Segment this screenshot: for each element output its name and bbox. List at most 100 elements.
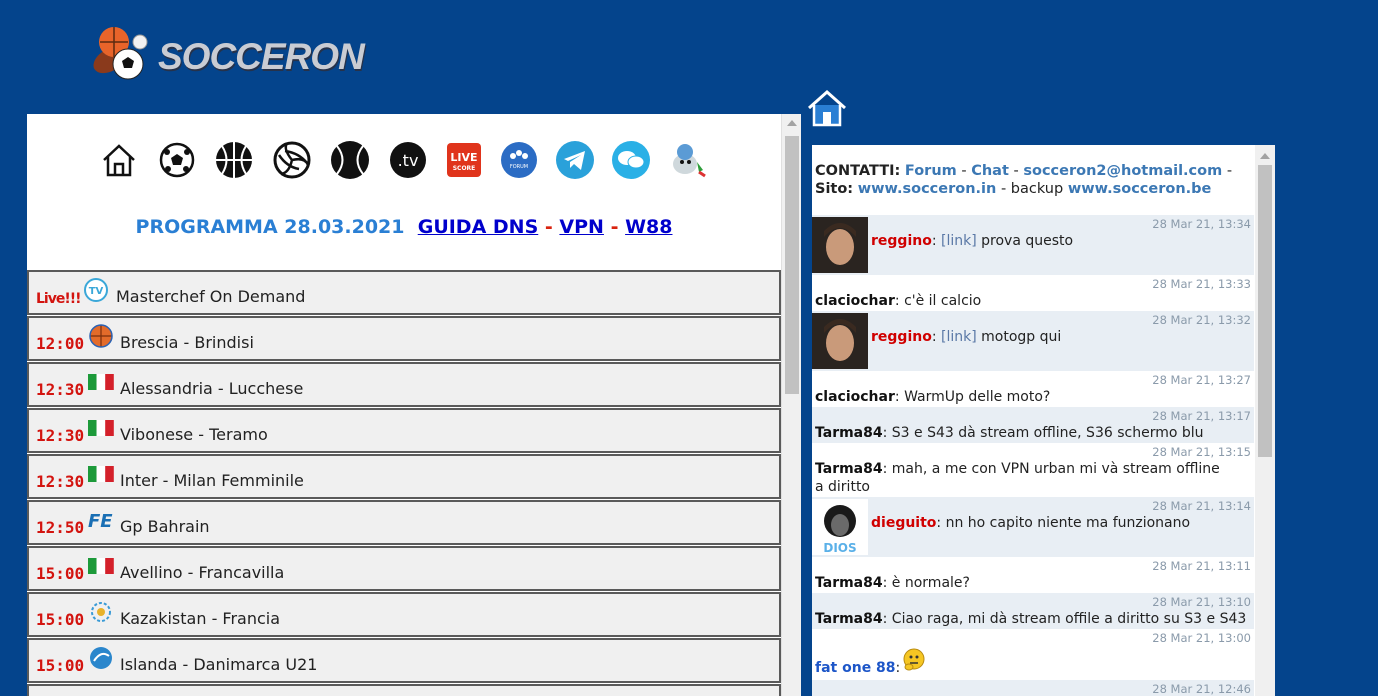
email-link[interactable]: socceron2@hotmail.com xyxy=(1023,163,1222,179)
scroll-up-arrow-icon[interactable] xyxy=(787,120,797,126)
chat-bubble-icon[interactable] xyxy=(611,140,651,180)
svg-text:DIOS: DIOS xyxy=(823,541,856,555)
under21-icon xyxy=(90,647,112,669)
italy-flag-icon xyxy=(88,420,114,436)
vpn-link[interactable]: VPN xyxy=(559,216,604,238)
chat-link[interactable]: Chat xyxy=(971,163,1009,179)
tv-icon[interactable]: .tv xyxy=(388,140,428,180)
message-text: nn ho capito niente ma funzionano xyxy=(945,515,1191,531)
message-username[interactable]: claciochar xyxy=(815,389,895,405)
user-avatar[interactable] xyxy=(812,217,868,273)
event-row[interactable] xyxy=(27,684,781,696)
event-title: Kazakistan - Francia xyxy=(120,609,281,628)
forum-icon[interactable]: FORUM xyxy=(499,140,539,180)
logo-text: SOCCERON xyxy=(158,36,365,77)
svg-text:TV: TV xyxy=(89,286,104,297)
message-text: WarmUp delle moto? xyxy=(904,389,1051,405)
chat-message: 28 Mar 21, 13:10 Tarma84: Ciao raga, mi … xyxy=(812,593,1254,629)
italy-flag-icon xyxy=(88,374,114,390)
chat-message: 28 Mar 21, 13:33 claciochar: c'è il calc… xyxy=(815,277,1251,309)
formula-e-icon: FE xyxy=(88,511,113,532)
event-title: Masterchef On Demand xyxy=(116,287,306,306)
basketball-icon[interactable] xyxy=(214,140,254,180)
message-timestamp: 28 Mar 21, 13:00 xyxy=(1152,631,1251,645)
world-cup-qualifier-icon xyxy=(91,602,111,622)
event-title: Brescia - Brindisi xyxy=(120,333,254,352)
contacts-info: CONTATTI: Forum - Chat - socceron2@hotma… xyxy=(815,163,1233,197)
soccer-ball-icon[interactable] xyxy=(157,140,197,180)
message-username[interactable]: Tarma84 xyxy=(815,461,883,477)
message-username[interactable]: dieguito xyxy=(871,515,936,531)
message-username[interactable]: reggino xyxy=(871,233,932,249)
w88-link[interactable]: W88 xyxy=(625,216,672,238)
event-list: Live!!! TV Masterchef On Demand 12:00 Br… xyxy=(27,270,781,696)
live-score-icon[interactable]: LIVE SCORE xyxy=(444,140,484,180)
sports-balls-logo-icon xyxy=(93,27,148,80)
mascot-icon[interactable] xyxy=(667,140,707,180)
svg-text:FORUM: FORUM xyxy=(510,164,528,170)
event-title: Avellino - Francavilla xyxy=(120,563,285,582)
svg-text:.tv: .tv xyxy=(398,151,419,170)
event-row[interactable]: 15:00 Avellino - Francavilla xyxy=(27,546,781,591)
chat-message: 28 Mar 21, 13:17 Tarma84: S3 e S43 dà st… xyxy=(812,407,1254,443)
user-avatar[interactable] xyxy=(812,313,868,369)
chat-message: 28 Mar 21, 13:11 Tarma84: è normale? xyxy=(815,559,1251,591)
message-text: S3 e S43 dà stream offline, S36 schermo … xyxy=(891,425,1204,441)
event-title: Islanda - Danimarca U21 xyxy=(120,655,318,674)
tv-channel-icon: TV xyxy=(84,278,108,302)
event-row[interactable]: 12:30 Vibonese - Teramo xyxy=(27,408,781,453)
event-row[interactable]: 12:30 Alessandria - Lucchese xyxy=(27,362,781,407)
message-timestamp: 28 Mar 21, 12:46 xyxy=(1152,682,1251,696)
chat-message: DIOS 28 Mar 21, 13:14 dieguito: nn ho ca… xyxy=(812,497,1254,557)
event-row[interactable]: 12:50 FE Gp Bahrain xyxy=(27,500,781,545)
separator: - xyxy=(610,216,619,238)
message-link[interactable]: [link] xyxy=(941,233,977,249)
home-icon[interactable] xyxy=(99,140,139,180)
message-link[interactable]: [link] xyxy=(941,329,977,345)
message-timestamp: 28 Mar 21, 13:33 xyxy=(1152,277,1251,291)
message-username[interactable]: Tarma84 xyxy=(815,611,883,627)
site-link[interactable]: www.socceron.in xyxy=(858,181,997,197)
message-username[interactable]: claciochar xyxy=(815,293,895,309)
event-time: 12:30 xyxy=(36,380,85,399)
message-text: c'è il calcio xyxy=(904,293,982,309)
chat-message: 28 Mar 21, 13:15 Tarma84: mah, a me con … xyxy=(815,445,1251,495)
forum-link[interactable]: Forum xyxy=(905,163,957,179)
schedule-scrollbar[interactable] xyxy=(781,114,801,696)
message-text: prova questo xyxy=(981,233,1074,249)
event-title: Inter - Milan Femminile xyxy=(120,471,304,490)
event-time: Live!!! xyxy=(36,291,82,307)
user-avatar[interactable]: DIOS xyxy=(812,499,868,555)
message-username[interactable]: Tarma84 xyxy=(815,425,883,441)
event-row[interactable]: 12:30 Inter - Milan Femminile xyxy=(27,454,781,499)
chat-home-icon[interactable] xyxy=(806,88,848,128)
event-row[interactable]: 15:00 Kazakistan - Francia xyxy=(27,592,781,637)
message-username[interactable]: Tarma84 xyxy=(815,575,883,591)
guida-dns-link[interactable]: GUIDA DNS xyxy=(418,216,539,238)
event-row[interactable]: 15:00 Islanda - Danimarca U21 xyxy=(27,638,781,683)
volleyball-icon[interactable] xyxy=(272,140,312,180)
program-header: PROGRAMMA 28.03.2021 GUIDA DNS - VPN - W… xyxy=(27,216,781,238)
event-row[interactable]: 12:00 Brescia - Brindisi xyxy=(27,316,781,361)
contacts-label: CONTATTI: xyxy=(815,163,901,179)
chat-scrollbar[interactable] xyxy=(1255,145,1275,696)
tennis-ball-icon[interactable] xyxy=(330,140,370,180)
backup-site-link[interactable]: www.socceron.be xyxy=(1068,181,1212,197)
event-title: Vibonese - Teramo xyxy=(120,425,268,444)
event-row[interactable]: Live!!! TV Masterchef On Demand xyxy=(27,270,781,315)
message-username[interactable]: reggino xyxy=(871,329,932,345)
chat-message: 28 Mar 21, 13:00 fat one 88: xyxy=(815,631,1251,676)
message-text: Ciao raga, mi dà stream offile a diritto… xyxy=(891,611,1247,627)
event-time: 12:30 xyxy=(36,472,85,491)
scrollbar-thumb[interactable] xyxy=(785,136,799,394)
sito-label: Sito: xyxy=(815,181,854,197)
telegram-icon[interactable] xyxy=(555,140,595,180)
site-logo[interactable]: SOCCERON xyxy=(90,24,365,84)
chat-message: 28 Mar 21, 13:32 reggino: [link] motogp … xyxy=(812,311,1254,371)
scroll-up-arrow-icon[interactable] xyxy=(1260,153,1270,159)
separator: - xyxy=(544,216,553,238)
scrollbar-thumb[interactable] xyxy=(1258,165,1272,457)
italy-flag-icon xyxy=(88,466,114,482)
message-username[interactable]: fat one 88 xyxy=(815,660,896,676)
svg-text:FE: FE xyxy=(88,511,113,532)
